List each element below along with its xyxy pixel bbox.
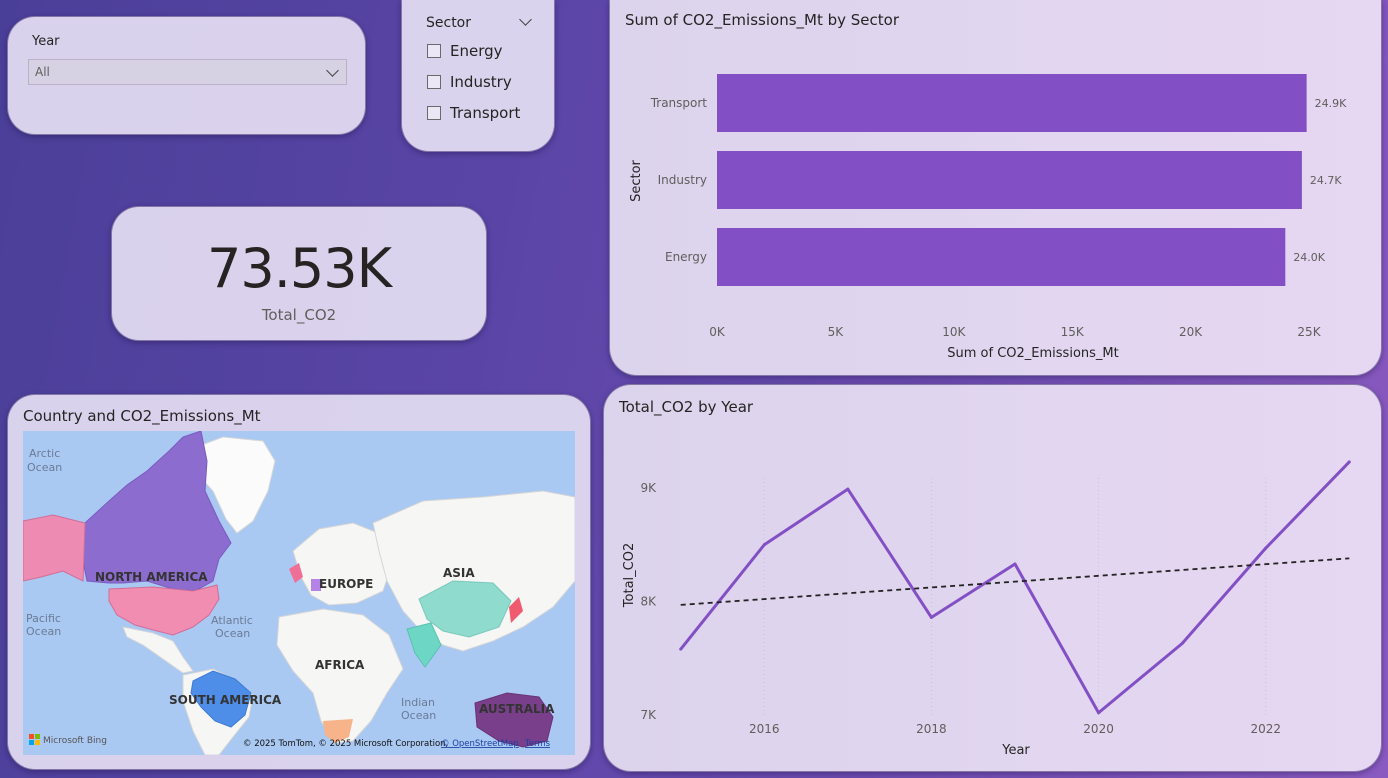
sector-slicer-label: Sector [426,15,472,31]
chevron-down-icon [326,64,339,77]
bing-text: Microsoft Bing [43,736,107,746]
bar-x-tick-label: 0K [709,325,726,339]
bar-chart-title: Sum of CO2_Emissions_Mt by Sector [625,11,900,30]
line-point [1264,546,1268,550]
map-label-arctic: Arctic [29,447,60,460]
line-point [846,487,850,491]
bar-chart: Sum of CO2_Emissions_Mt by Sector Transpo… [625,11,1347,361]
alaska-region [23,514,86,582]
map-label-australia: AUSTRALIA [479,702,555,716]
checkbox-transport[interactable] [427,106,441,120]
bar-chart-card[interactable]: Sum of CO2_Emissions_Mt by Sector Transpo… [609,0,1382,376]
line-y-tick-label: 8K [640,595,657,609]
bar-category-label: Industry [658,173,707,187]
line-point [1097,711,1101,715]
line-x-tick-label: 2020 [1083,722,1114,736]
line-chart-card[interactable]: Total_CO2 by Year 2016 2018 2020 2022 7K 8K 9K Y… [603,384,1382,772]
line-chart: Total_CO2 by Year 2016 2018 2020 2022 7K 8K 9K Y… [618,398,1351,758]
terms-link[interactable]: Terms [524,739,551,749]
sector-option-energy[interactable]: Energy [427,42,503,60]
map-label-africa: AFRICA [315,658,365,672]
map-label-atlantic: Atlantic [211,614,253,627]
map-card[interactable]: Country and CO2_Emissions_Mt Arctic Ocea… [7,394,591,770]
bar-y-axis-title: Sector [629,159,644,201]
line-point [929,615,933,619]
bar-data-label: 24.9K [1315,97,1347,110]
line-chart-title: Total_CO2 by Year [618,398,754,417]
line-series-total-co2 [679,460,1351,715]
bar-category-label: Transport [650,96,708,110]
sector-chevron-down-icon[interactable] [519,13,532,26]
map-label-north-america: NORTH AMERICA [95,570,208,584]
map-label-pacific: Pacific [26,612,61,625]
bar-x-tick-label: 10K [942,325,966,339]
line-point [1013,562,1017,566]
year-dropdown-value: All [35,65,50,79]
line-x-tick-label: 2018 [916,722,947,736]
bar-x-axis-title: Sum of CO2_Emissions_Mt [947,346,1118,361]
sector-option-transport[interactable]: Transport [427,104,520,122]
bar-x-tick-label: 5K [828,325,845,339]
map-label-south-america: SOUTH AMERICA [169,693,282,707]
bar-x-tick-label: 20K [1179,325,1203,339]
map-label-europe: EUROPE [319,577,373,591]
sector-option-label: Industry [450,73,512,91]
bar-category-label: Energy [665,250,707,264]
map-label-indian: Indian [401,696,435,709]
year-dropdown[interactable]: All [28,59,347,85]
bar-energy [717,228,1286,286]
line-x-tick-label: 2016 [749,722,780,736]
bar-data-label: 24.0K [1293,251,1325,264]
sector-option-label: Energy [450,42,503,60]
sector-option-label: Transport [450,104,521,122]
map-label-atlantic-2: Ocean [215,627,250,640]
kpi-card[interactable]: 73.53K Total_CO2 [111,206,487,341]
line-y-tick-label: 9K [640,481,657,495]
line-x-tick-label: 2022 [1250,722,1281,736]
sector-slicer-card: Sector Energy Industry Transport [401,0,555,152]
line-point [1347,460,1351,464]
bar-data-label: 24.7K [1310,174,1342,187]
line-point [679,647,683,651]
bar-x-tick-label: 25K [1297,325,1321,339]
bar-industry [717,151,1302,209]
line-x-axis-title: Year [1001,743,1030,758]
line-y-axis-title: Total_CO2 [622,543,637,608]
map-label-arctic-2: Ocean [27,461,62,474]
line-point [1180,641,1184,645]
map-attribution: © 2025 TomTom, © 2025 Microsoft Corporat… [243,739,448,749]
line-y-tick-label: 7K [640,708,657,722]
world-map[interactable]: Arctic Ocean NORTH AMERICA EUROPE ASIA P… [23,431,575,755]
map-title: Country and CO2_Emissions_Mt [23,407,261,425]
map-label-pacific-2: Ocean [26,625,61,638]
map-label-asia: ASIA [443,566,475,580]
checkbox-industry[interactable] [427,75,441,89]
year-slicer-card: Year All [7,16,366,135]
checkbox-energy[interactable] [427,44,441,58]
sector-option-industry[interactable]: Industry [427,73,512,91]
line-point [762,543,766,547]
map-label-indian-2: Ocean [401,709,436,722]
year-slicer-label: Year [32,34,60,49]
kpi-value: 73.53K [206,237,392,300]
kpi-label: Total_CO2 [261,306,337,324]
openstreetmap-link[interactable]: © OpenStreetMap [441,739,519,749]
bar-transport [717,74,1307,132]
bar-x-tick-label: 15K [1061,325,1085,339]
